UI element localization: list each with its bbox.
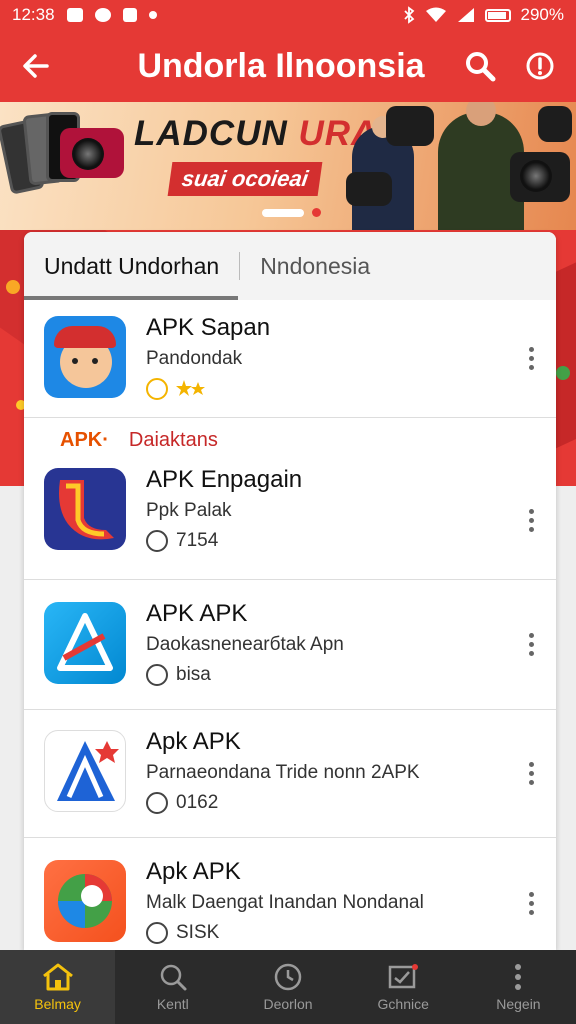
tab-undatt-undorhan[interactable]: Undatt Undorhan [24,232,239,300]
app-name: Apk APK [146,858,241,885]
app-meta-value: 0162 [176,792,219,813]
camera-figure [520,160,552,192]
section-header: APK· Daiaktans [24,418,556,462]
more-vertical-icon [515,964,522,990]
arrow-left-icon [23,54,49,78]
star-icon [176,380,205,396]
list-item[interactable]: Apk APK Parnaeondana Tride nonn 2APK 016… [24,710,556,838]
download-count-icon [146,922,168,944]
more-options-button[interactable] [529,580,534,709]
notification-icon [66,8,83,22]
nav-item-inbox[interactable]: Gchnice [346,950,461,1024]
notification-icon [94,8,111,22]
app-icon [44,316,126,398]
app-name: APK APK [146,600,248,627]
home-icon [42,963,73,991]
nav-label: Kentl [156,996,189,1012]
page-indicator-dot [312,208,321,217]
app-developer: Pandondak [146,348,243,369]
app-meta: SISK [146,922,556,944]
page-title: Undorla Ilnoonsia [137,46,425,85]
list-item[interactable]: APK APK Daokasnenearбtak Apn bisa [24,580,556,710]
app-bar: Undorla Ilnoonsia [0,30,576,102]
search-button[interactable] [450,30,510,102]
app-meta [146,378,556,400]
app-meta-value: bisa [176,664,211,685]
app-developer: Parnaeondana Tride nonn 2APK [146,762,420,783]
notification-icon [122,8,137,22]
bluetooth-icon [403,6,414,24]
info-button[interactable] [510,30,570,102]
search-icon [160,964,187,991]
app-name: APK Enpagain [146,466,303,493]
app-developer: Malk Daengat Inandan Nondanal [146,892,424,913]
more-options-button[interactable] [529,300,534,417]
section-badge: APK· [60,428,109,451]
bottom-navigation: Belmay Kentl Deorlon Gchnice Negein [0,950,576,1024]
app-name: Apk APK [146,728,241,755]
phones-illustration [0,108,130,208]
tab-nndonesia[interactable]: Nndonesia [240,232,390,300]
camera-figure [346,172,392,206]
app-meta: 7154 [146,530,556,552]
app-meta-value: SISK [176,922,220,943]
inbox-icon [388,964,419,989]
battery-percent: 290% [520,5,564,24]
back-button[interactable] [0,30,72,102]
tab-bar: Undatt Undorhan Nndonesia [24,232,556,300]
alert-circle-icon [526,52,554,80]
download-count-icon [146,530,168,552]
clock-icon [274,963,302,991]
nav-item-search[interactable]: Kentl [115,950,230,1024]
app-name: APK Sapan [146,314,271,341]
banner-page-indicator [262,208,321,217]
download-count-icon [146,792,168,814]
list-item[interactable]: Apk APK Malk Daengat Inandan Nondanal SI… [24,838,556,950]
app-developer: Ppk Palak [146,500,232,521]
nav-label: Negein [496,996,541,1012]
app-developer: Daokasnenearбtak Apn [146,634,344,655]
nav-item-more[interactable]: Negein [461,950,576,1024]
app-meta-value: 7154 [176,530,219,551]
rating-icon [146,378,168,400]
status-bar: 12:38 290% [0,0,576,30]
camera-figure [386,106,434,146]
app-meta: 0162 [146,792,556,814]
app-list-card: Undatt Undorhan Nndonesia APK Sapan Pand… [24,232,556,950]
status-time: 12:38 [12,5,55,24]
more-options-button[interactable] [529,710,534,837]
a-letter-app-icon [57,741,119,801]
app-icon [44,860,126,942]
app-meta: bisa [146,664,556,686]
battery-icon [484,8,511,22]
app-icon [44,468,126,550]
app-icon [44,602,126,684]
nav-item-history[interactable]: Deorlon [230,950,345,1024]
page-indicator-active [262,208,304,217]
download-count-icon [146,664,168,686]
wifi-icon [425,7,446,22]
promo-banner[interactable]: LADCUN URAN suai ocoieai [0,102,576,230]
camera-figure [538,106,572,142]
section-label: Daiaktans [128,428,218,451]
triangle-app-icon [57,613,113,671]
app-icon [44,730,126,812]
more-options-button[interactable] [529,838,534,950]
list-item[interactable]: APK Sapan Pandondak [24,300,556,418]
more-options-button[interactable] [529,462,534,579]
nav-label: Gchnice [377,996,429,1012]
nav-label: Deorlon [263,996,313,1012]
nav-item-home[interactable]: Belmay [0,950,116,1024]
banner-headline-a: LADCUN [134,114,288,153]
circle-app-icon [58,874,112,928]
search-icon [466,52,496,82]
notification-dot-icon [148,11,157,19]
list-item[interactable]: APK Enpagain Ppk Palak 7154 [24,462,556,580]
signal-icon [457,8,474,22]
phone-app-icon [59,480,114,540]
banner-subline: suai ocoieai [167,162,323,196]
nav-label: Belmay [34,996,81,1012]
